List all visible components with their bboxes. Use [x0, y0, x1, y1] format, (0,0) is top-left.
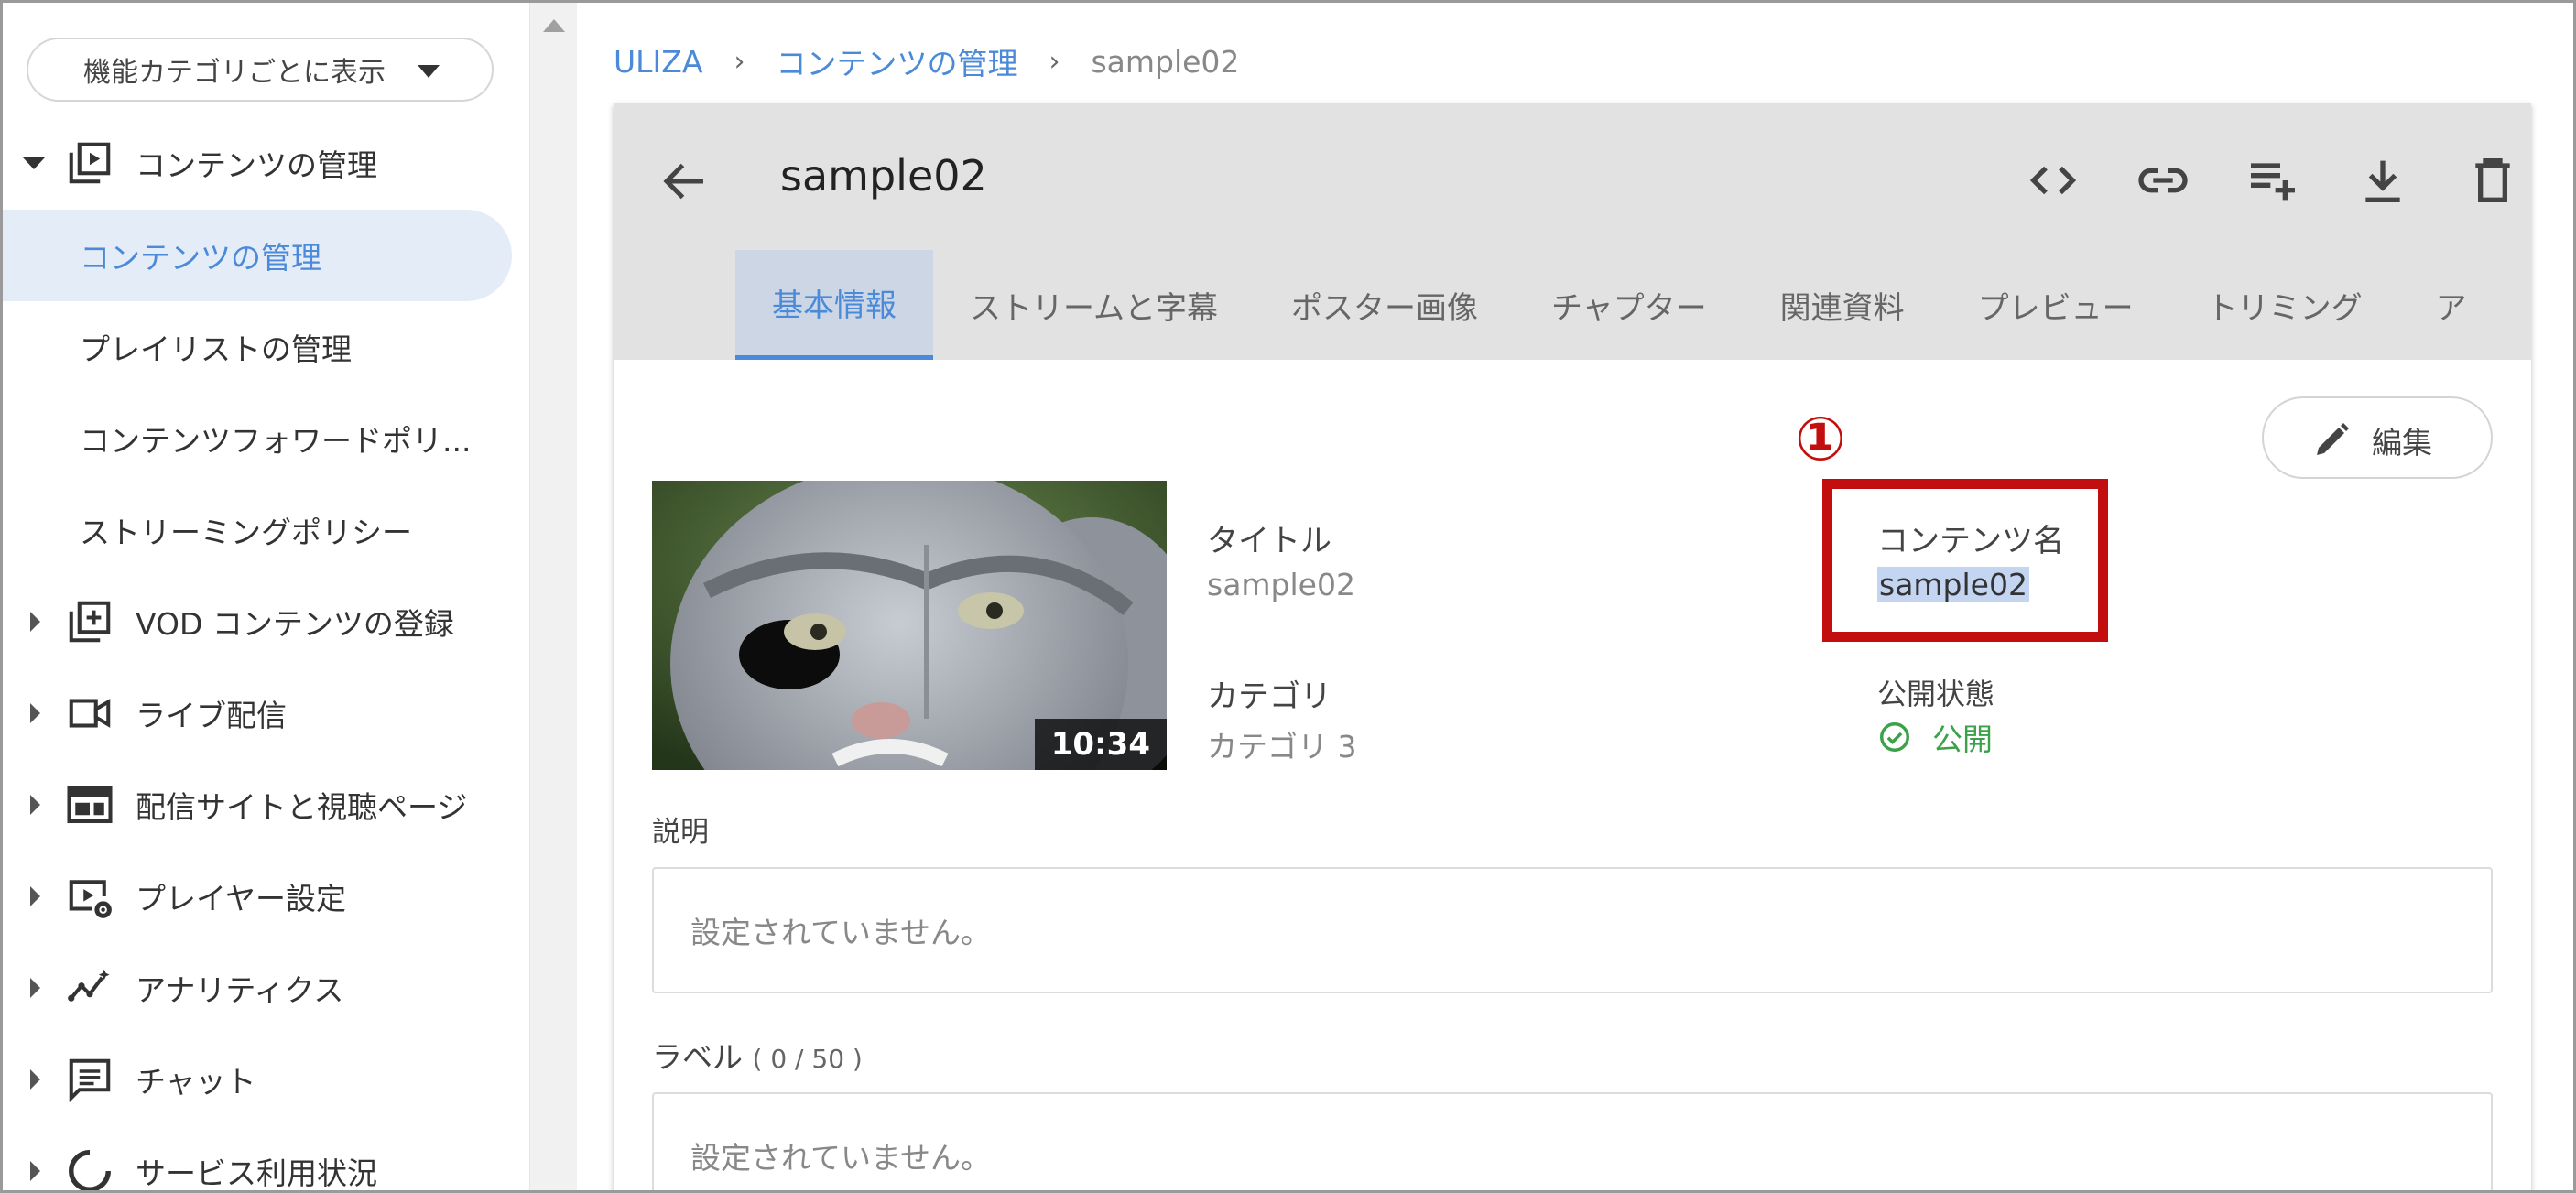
sidebar-group-distribution-sites[interactable]: 配信サイトと視聴ページ — [3, 759, 516, 851]
sidebar-group-player-settings[interactable]: プレイヤー設定 — [3, 851, 516, 942]
category-field-label: カテゴリ — [1207, 678, 1331, 715]
sidebar-group-label: サービス利用状況 — [136, 1155, 377, 1190]
labels-label: ラベル ( 0 / 50 ) — [652, 1033, 863, 1077]
expand-more-icon — [30, 1161, 40, 1181]
annotation-number: ① — [1795, 404, 1846, 474]
edit-button-label: 編集 — [2372, 425, 2432, 461]
description-label: 説明 — [652, 816, 709, 849]
check-circle-icon — [1880, 722, 1909, 752]
arrow-back-icon[interactable] — [658, 154, 712, 209]
tab-chapters[interactable]: チャプター — [1515, 250, 1744, 360]
title-field-value: sample02 — [1207, 567, 1355, 602]
video-thumbnail[interactable]: 10:34 — [652, 481, 1167, 770]
web-layout-icon — [67, 786, 113, 824]
delete-icon[interactable] — [2463, 151, 2522, 210]
video-library-icon — [69, 142, 111, 184]
expand-more-icon — [30, 1069, 40, 1090]
expand-more-icon — [30, 795, 40, 815]
tab-trimming[interactable]: トリミング — [2170, 250, 2399, 360]
duration-badge: 10:34 — [1034, 719, 1167, 770]
sidebar-group-label: アナリティクス — [136, 972, 344, 1008]
edit-button[interactable]: 編集 — [2262, 396, 2493, 479]
sidebar-scrollbar[interactable] — [529, 3, 577, 1190]
status-text: 公開 — [1932, 721, 1993, 757]
usage-icon — [69, 1150, 111, 1190]
videocam-icon — [69, 699, 111, 728]
player-settings-icon — [69, 880, 112, 918]
content-title: sample02 — [780, 151, 987, 201]
category-field-value: カテゴリ 3 — [1207, 729, 1357, 765]
breadcrumb-section[interactable]: コンテンツの管理 — [776, 39, 1017, 83]
description-box[interactable]: 設定されていません。 — [652, 867, 2493, 993]
sidebar-group-label: ライブ配信 — [136, 698, 287, 733]
card-header: sample02 基本情報 ストリームと字幕 ポスター画像 チャプター 関連資料… — [614, 103, 2531, 360]
scroll-up-icon[interactable] — [543, 19, 565, 32]
labels-box[interactable]: 設定されていません。 — [652, 1092, 2493, 1190]
tab-preview[interactable]: プレビュー — [1941, 250, 2170, 360]
category-view-select[interactable]: 機能カテゴリごとに表示 — [27, 38, 494, 102]
breadcrumb-root[interactable]: ULIZA — [614, 44, 702, 80]
title-field-label: タイトル — [1207, 523, 1331, 559]
link-icon[interactable] — [2134, 151, 2192, 210]
annotation-highlight-box — [1822, 479, 2108, 642]
tab-related-materials[interactable]: 関連資料 — [1744, 250, 1941, 360]
sidebar-item-streaming-policy[interactable]: ストリーミングポリシー — [3, 484, 512, 576]
sidebar-group-content-management[interactable]: コンテンツの管理 — [3, 117, 516, 209]
sidebar-group-service-usage[interactable]: サービス利用状況 — [3, 1125, 516, 1190]
sidebar-group-label: 配信サイトと視聴ページ — [136, 789, 468, 825]
sidebar-group-label: コンテンツの管理 — [136, 147, 377, 183]
tab-streams-subtitles[interactable]: ストリームと字幕 — [933, 250, 1255, 360]
breadcrumb-current: sample02 — [1091, 43, 1240, 80]
sidebar-item-playlist-management[interactable]: プレイリストの管理 — [3, 301, 512, 393]
pencil-icon — [2317, 423, 2349, 455]
sidebar-group-label: VOD コンテンツの登録 — [136, 606, 454, 642]
chevron-down-icon — [418, 65, 440, 78]
labels-label-text: ラベル — [652, 1039, 743, 1075]
add-box-icon — [69, 601, 111, 643]
content-tabs: 基本情報 ストリームと字幕 ポスター画像 チャプター 関連資料 プレビュー トリ… — [735, 250, 2504, 360]
main-content: ULIZA › コンテンツの管理 › sample02 sample02 基本情… — [577, 3, 2573, 1190]
status-field-value: 公開 — [1877, 715, 1993, 759]
sidebar-group-live[interactable]: ライブ配信 — [3, 667, 516, 759]
expand-less-icon — [23, 157, 45, 169]
download-icon[interactable] — [2353, 151, 2412, 210]
chevron-right-icon: › — [1049, 45, 1060, 78]
breadcrumb: ULIZA › コンテンツの管理 › sample02 — [614, 39, 1239, 83]
code-icon[interactable] — [2024, 151, 2082, 210]
sidebar-group-label: チャット — [136, 1064, 256, 1100]
sidebar-item-content-forward-policy[interactable]: コンテンツフォワードポリ... — [3, 393, 512, 484]
expand-more-icon — [30, 612, 40, 632]
tab-truncated[interactable]: ア — [2399, 250, 2504, 360]
sidebar-item-content-management[interactable]: コンテンツの管理 — [3, 210, 512, 301]
sidebar-group-label: プレイヤー設定 — [136, 881, 347, 916]
tab-poster-image[interactable]: ポスター画像 — [1255, 250, 1515, 360]
sidebar-group-vod-registration[interactable]: VOD コンテンツの登録 — [3, 576, 516, 667]
tab-basic-info[interactable]: 基本情報 — [735, 250, 933, 360]
category-view-select-label: 機能カテゴリごとに表示 — [83, 57, 386, 89]
content-detail-card: sample02 基本情報 ストリームと字幕 ポスター画像 チャプター 関連資料… — [614, 103, 2531, 1190]
expand-more-icon — [30, 703, 40, 723]
chat-icon — [69, 1058, 111, 1103]
analytics-icon — [68, 969, 110, 1002]
chevron-right-icon: › — [734, 45, 745, 78]
expand-more-icon — [30, 886, 40, 906]
labels-count: ( 0 / 50 ) — [752, 1044, 863, 1074]
expand-more-icon — [30, 978, 40, 998]
playlist-add-icon[interactable] — [2244, 151, 2302, 210]
sidebar-group-analytics[interactable]: アナリティクス — [3, 942, 516, 1034]
sidebar: 機能カテゴリごとに表示 コンテンツの管理 コンテンツの管理 プレイリストの管理 … — [3, 3, 529, 1190]
status-field-label: 公開状態 — [1877, 677, 1995, 711]
sidebar-group-chat[interactable]: チャット — [3, 1034, 516, 1125]
